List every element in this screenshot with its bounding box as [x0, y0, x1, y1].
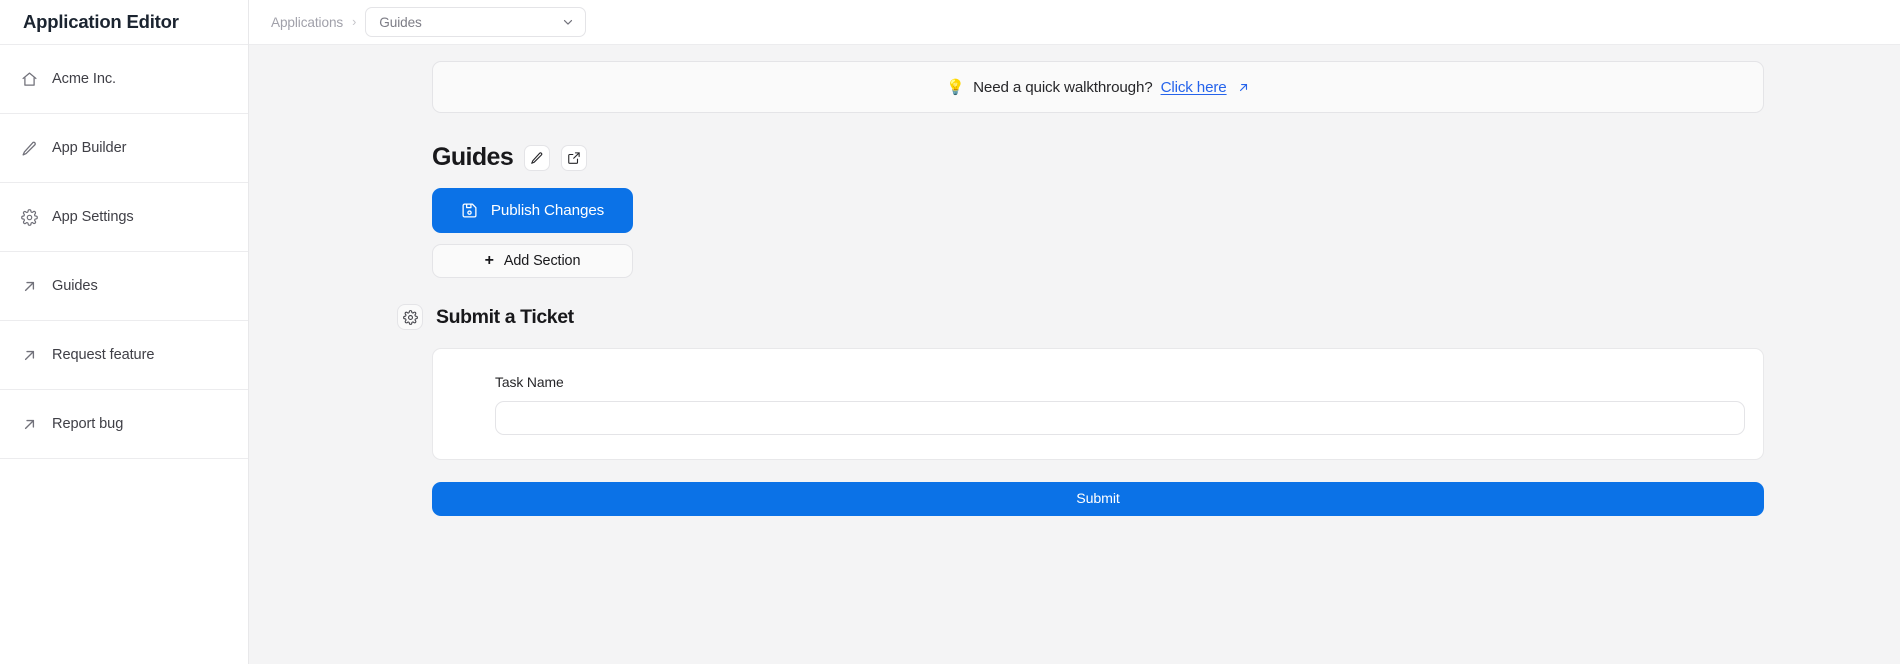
walkthrough-banner: 💡 Need a quick walkthrough? Click here — [432, 61, 1764, 113]
sidebar-item-label: Report bug — [52, 416, 124, 432]
external-link-icon — [21, 416, 38, 433]
main-area: Applications › Guides 💡 Need a quick wal… — [249, 0, 1900, 664]
sidebar: Application Editor Acme Inc. App Builder — [0, 0, 249, 664]
content-stage: 💡 Need a quick walkthrough? Click here G… — [397, 61, 1764, 516]
task-name-label: Task Name — [495, 374, 564, 390]
topbar: Applications › Guides — [249, 0, 1900, 45]
sidebar-item-label: Guides — [52, 278, 98, 294]
publish-changes-label: Publish Changes — [490, 202, 605, 219]
edit-page-button[interactable] — [524, 144, 551, 171]
breadcrumb: Applications › Guides — [271, 7, 587, 37]
sidebar-item-app-builder[interactable]: App Builder — [0, 114, 248, 183]
lightbulb-icon: 💡 — [946, 78, 966, 96]
section-header: Submit a Ticket — [397, 304, 1764, 330]
gear-icon — [402, 309, 418, 325]
section-settings-button[interactable] — [397, 304, 423, 330]
home-icon — [21, 71, 38, 88]
app-root: Application Editor Acme Inc. App Builder — [0, 0, 1900, 664]
add-section-button[interactable]: + Add Section — [432, 244, 633, 278]
walkthrough-text: Need a quick walkthrough? — [973, 78, 1153, 96]
sidebar-header: Application Editor — [0, 0, 248, 45]
sidebar-item-request-feature[interactable]: Request feature — [0, 321, 248, 390]
external-link-icon — [1237, 81, 1250, 94]
ticket-form-card: Task Name — [432, 348, 1764, 460]
external-link-icon — [567, 151, 581, 165]
sidebar-item-report-bug[interactable]: Report bug — [0, 390, 248, 459]
gear-icon — [21, 208, 38, 226]
walkthrough-link[interactable]: Click here — [1161, 79, 1227, 96]
plus-icon: + — [484, 252, 494, 269]
sidebar-item-label: Acme Inc. — [52, 71, 116, 87]
sidebar-item-acme-inc[interactable]: Acme Inc. — [0, 45, 248, 114]
app-select-dropdown[interactable]: Guides — [365, 7, 587, 37]
submit-button-label: Submit — [1076, 491, 1120, 507]
submit-button[interactable]: Submit — [432, 482, 1764, 516]
section-title: Submit a Ticket — [436, 305, 574, 328]
page-heading-row: Guides — [432, 143, 1764, 172]
breadcrumb-separator: › — [352, 14, 357, 29]
add-section-label: Add Section — [503, 253, 581, 269]
sidebar-empty-space — [0, 459, 248, 664]
external-link-icon — [21, 278, 38, 295]
app-select-value: Guides — [379, 14, 422, 30]
sidebar-item-guides[interactable]: Guides — [0, 252, 248, 321]
breadcrumb-applications[interactable]: Applications — [271, 15, 343, 30]
content-scroll-region: 💡 Need a quick walkthrough? Click here G… — [249, 45, 1900, 664]
save-icon — [461, 202, 478, 219]
open-page-button[interactable] — [561, 144, 588, 171]
pencil-icon — [21, 140, 38, 157]
pencil-icon — [530, 151, 544, 165]
walkthrough-banner-content: 💡 Need a quick walkthrough? Click here — [946, 79, 1249, 96]
external-link-icon — [21, 347, 38, 364]
sidebar-item-label: App Settings — [52, 209, 134, 225]
app-title: Application Editor — [23, 11, 179, 32]
sidebar-item-app-settings[interactable]: App Settings — [0, 183, 248, 252]
page-title: Guides — [432, 143, 514, 171]
sidebar-item-label: Request feature — [52, 347, 155, 363]
chevron-down-icon — [561, 15, 575, 29]
publish-changes-button[interactable]: Publish Changes — [432, 188, 633, 233]
task-name-input[interactable] — [495, 401, 1745, 435]
sidebar-item-label: App Builder — [52, 140, 127, 156]
